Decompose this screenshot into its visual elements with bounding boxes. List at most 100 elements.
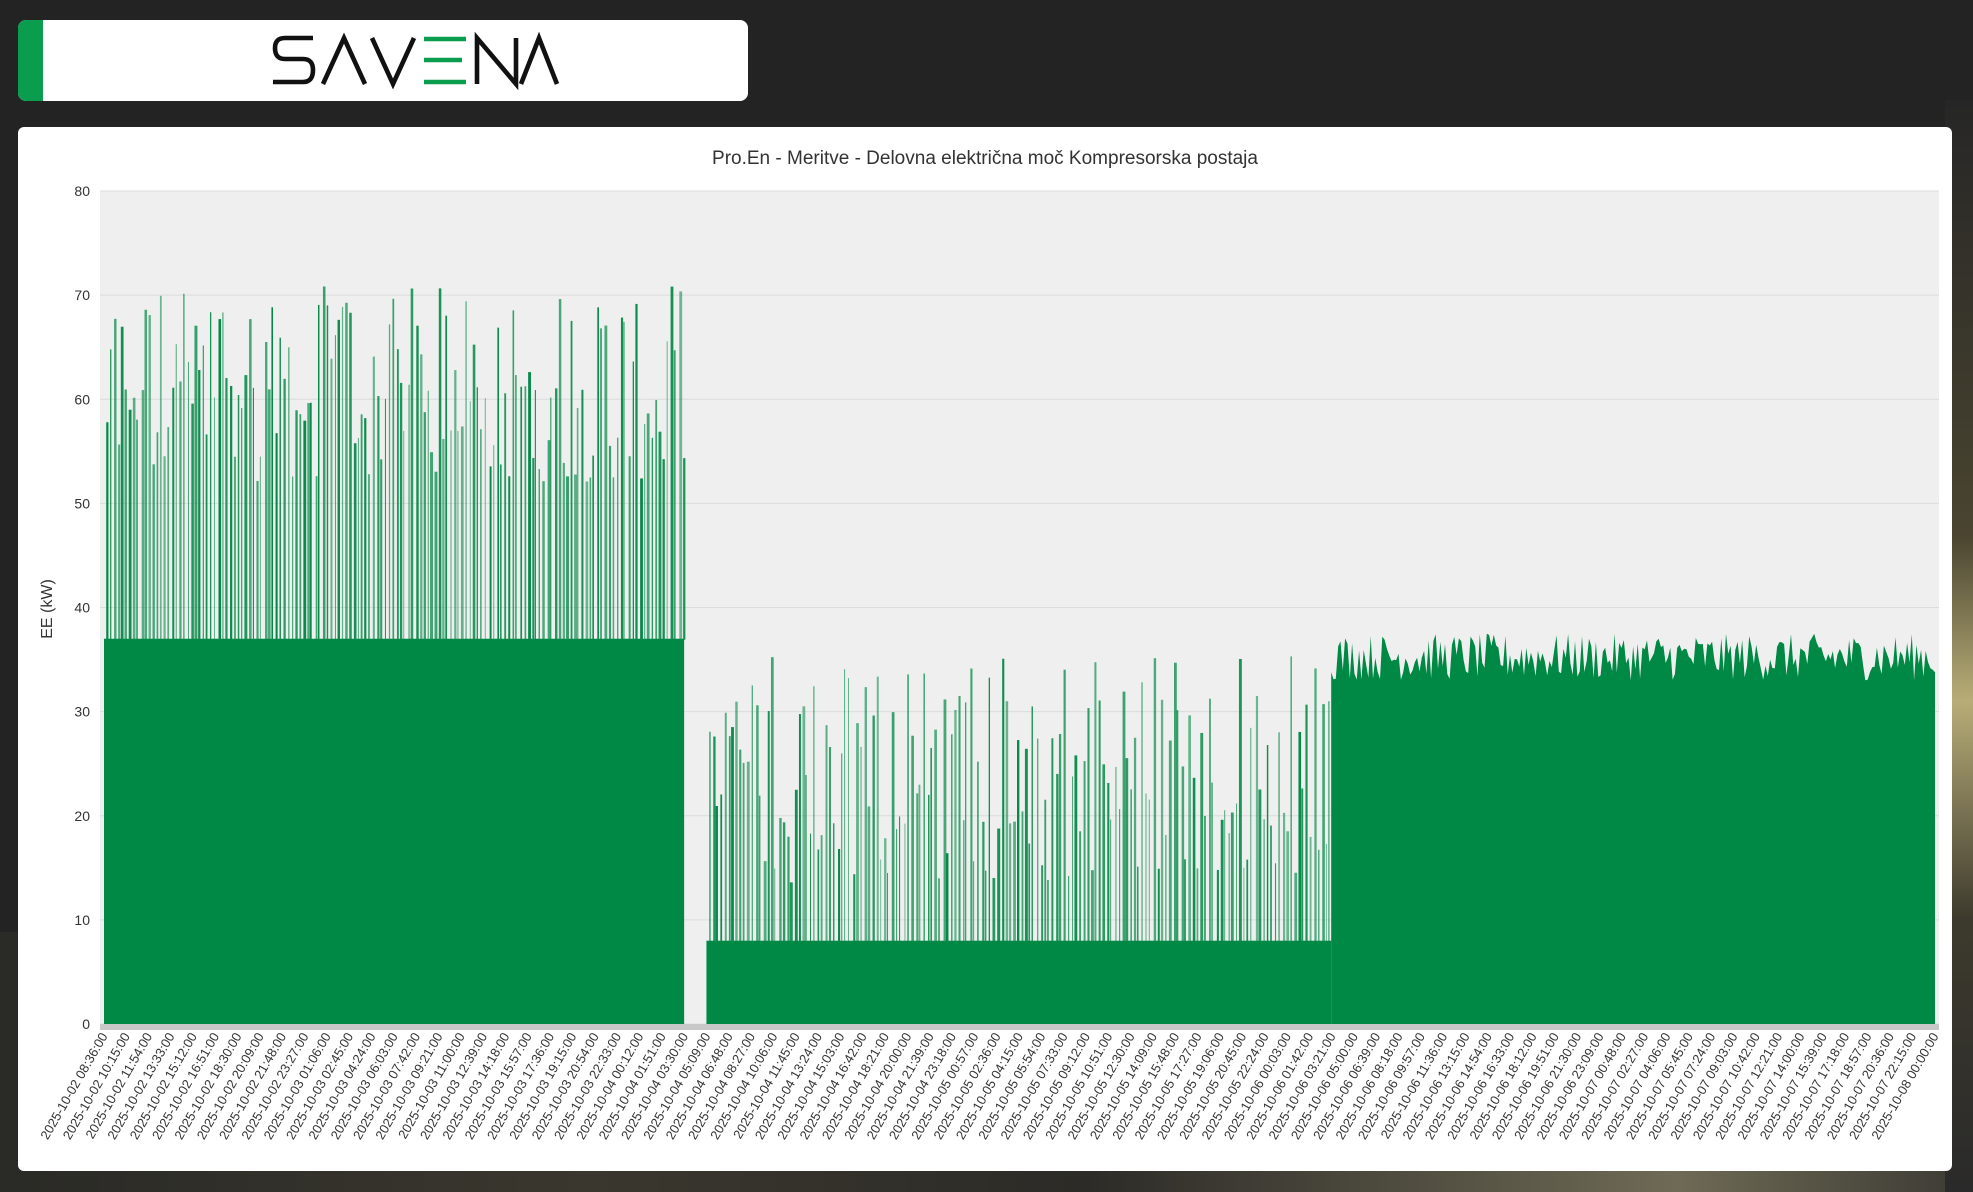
bar (1041, 865, 1044, 942)
y-tick-label: 80 (74, 183, 90, 199)
bar (237, 395, 240, 640)
bar (534, 390, 536, 640)
bar (612, 477, 615, 640)
bar (651, 437, 654, 640)
bar (683, 458, 686, 640)
bar (438, 288, 442, 640)
bar (670, 286, 674, 640)
bar (244, 375, 248, 640)
bar (1204, 815, 1206, 942)
bar (992, 877, 996, 942)
bar (337, 319, 340, 640)
bar (368, 474, 370, 640)
bar (820, 835, 823, 942)
bar (810, 833, 812, 942)
y-tick-label: 70 (74, 287, 90, 303)
logo-card[interactable] (18, 20, 748, 101)
bar (384, 398, 386, 640)
bar (1133, 737, 1137, 942)
bar (267, 389, 271, 640)
bar (392, 298, 395, 640)
bar (271, 307, 274, 640)
bar (838, 848, 841, 942)
bar (309, 402, 312, 640)
bar (515, 375, 517, 640)
bar (1282, 812, 1286, 942)
bar (1224, 810, 1226, 942)
bar (1098, 700, 1101, 942)
bar (646, 413, 650, 640)
bar (547, 440, 551, 640)
bar (120, 326, 124, 640)
bar (860, 746, 862, 942)
bar (856, 723, 859, 942)
bar (249, 319, 252, 640)
bar (884, 838, 887, 942)
bar (844, 669, 846, 942)
bar (970, 668, 973, 942)
bar (1125, 758, 1129, 942)
bar (1250, 727, 1252, 942)
bar (1160, 699, 1164, 942)
bar (156, 432, 159, 640)
bar (205, 434, 208, 640)
bar (469, 401, 471, 640)
bar (555, 388, 558, 640)
bar (589, 477, 592, 640)
bar (923, 673, 925, 942)
bar (1228, 833, 1230, 942)
bar (1056, 773, 1059, 942)
bar (1220, 819, 1224, 942)
bar (317, 304, 320, 640)
y-tick-label: 20 (74, 808, 90, 824)
bar (742, 762, 745, 942)
bar (349, 312, 352, 640)
bar (1325, 843, 1327, 942)
bar (1173, 662, 1177, 942)
bar (465, 301, 467, 640)
bar (1074, 755, 1078, 942)
bar (1294, 872, 1298, 942)
bar (450, 430, 452, 640)
bar (372, 356, 375, 640)
bar (938, 878, 940, 942)
y-tick-label: 40 (74, 600, 90, 616)
bar (620, 317, 624, 640)
bar (520, 386, 523, 640)
chart-plot: 01020304050607080 2025-10-02 08:36:00202… (37, 183, 1941, 1142)
bar (377, 396, 380, 640)
bar (1301, 788, 1304, 942)
bar (880, 859, 882, 942)
bar (542, 481, 545, 640)
bar (472, 344, 476, 640)
bar (728, 736, 731, 942)
bar (945, 853, 949, 942)
bar (1024, 748, 1028, 942)
bar (341, 307, 344, 640)
bar (585, 481, 589, 640)
bar (774, 868, 776, 942)
bar (1058, 733, 1062, 942)
bar (1102, 764, 1106, 942)
bar (928, 794, 930, 942)
bar (1067, 875, 1070, 942)
bar (315, 476, 318, 640)
x-axis-line (100, 1024, 1939, 1030)
bar (1211, 782, 1213, 942)
bar (982, 821, 985, 942)
bar (1145, 793, 1147, 942)
bar (1037, 738, 1039, 942)
bar (1209, 698, 1211, 942)
bar (558, 299, 562, 640)
bar (1044, 799, 1047, 942)
bar (715, 805, 718, 942)
bar (1309, 836, 1312, 942)
bar (958, 695, 961, 942)
bar (144, 309, 148, 640)
bar (256, 480, 259, 640)
bar (1094, 662, 1097, 942)
bar (493, 445, 495, 640)
bar (225, 378, 228, 640)
bar (299, 414, 302, 640)
bar (623, 321, 625, 640)
